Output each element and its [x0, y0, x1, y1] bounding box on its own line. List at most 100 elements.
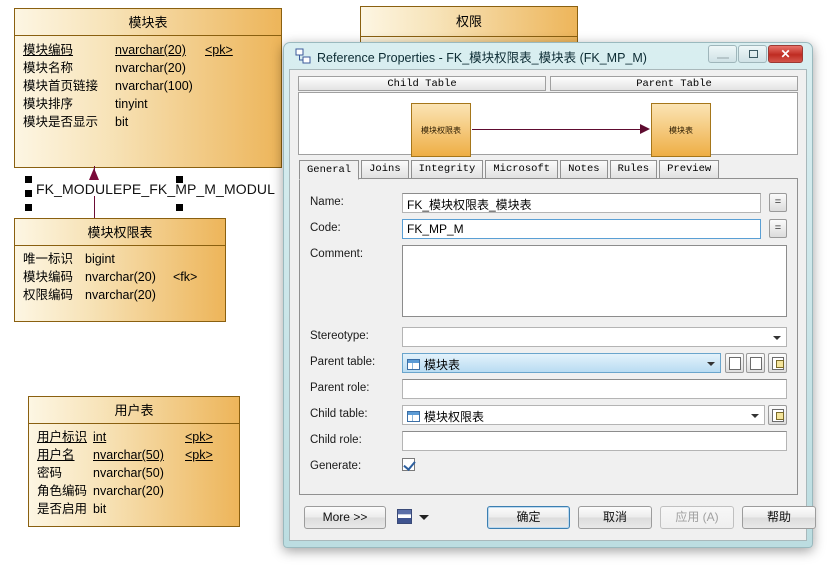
- child-table-label: Child table:: [310, 408, 368, 420]
- attribute-name: 角色编码: [37, 484, 88, 498]
- attribute-key: <pk>: [185, 448, 213, 462]
- attribute-type: nvarchar(20): [115, 61, 186, 75]
- preview-canvas: 模块权限表 模块表: [298, 92, 798, 157]
- print-icon[interactable]: [397, 509, 412, 524]
- parent-role-label: Parent role:: [310, 382, 370, 394]
- attribute-type: bit: [115, 115, 129, 129]
- maximize-icon: [749, 50, 758, 58]
- tab-rules[interactable]: Rules: [609, 160, 658, 179]
- relationship-preview: Child Table Parent Table 模块权限表 模块表: [298, 76, 798, 157]
- new-object-icon: [729, 357, 741, 370]
- attribute-key: <pk>: [185, 430, 213, 444]
- parent-table-properties-button[interactable]: [768, 353, 787, 373]
- property-tabs[interactable]: General Joins Integrity Microsoft Notes …: [299, 160, 798, 180]
- more-button[interactable]: More >>: [304, 506, 386, 529]
- name-equals-button[interactable]: =: [769, 193, 787, 212]
- help-button[interactable]: 帮助: [742, 506, 816, 529]
- generate-row: Generate:: [310, 457, 787, 477]
- name-input[interactable]: FK_模块权限表_模块表: [402, 193, 761, 213]
- stereotype-combo[interactable]: [402, 327, 787, 347]
- create-parent-table-button[interactable]: [725, 353, 744, 373]
- entity-attribute-row: 密码 nvarchar(50): [37, 464, 233, 482]
- entity-attribute-row: 模块排序 tinyint: [23, 95, 275, 113]
- child-table-properties-button[interactable]: [768, 405, 787, 425]
- entity-attribute-row: 模块是否显示 bit: [23, 113, 275, 131]
- code-input[interactable]: FK_MP_M: [402, 219, 761, 239]
- entity-attribute-row: 模块首页链接 nvarchar(100): [23, 77, 275, 95]
- selection-handle[interactable]: [25, 176, 32, 183]
- browse-parent-table-button[interactable]: [746, 353, 765, 373]
- magnifier-icon: [750, 357, 762, 370]
- selection-handle[interactable]: [25, 204, 32, 211]
- code-row: Code: FK_MP_M =: [310, 219, 787, 239]
- attribute-type: nvarchar(20): [93, 484, 164, 498]
- close-button[interactable]: ✕: [768, 45, 803, 63]
- attribute-name: 唯一标识: [23, 252, 74, 266]
- chevron-down-icon: [773, 336, 781, 340]
- comment-textarea[interactable]: [402, 245, 787, 317]
- table-icon: [407, 359, 420, 370]
- reference-properties-dialog[interactable]: Reference Properties - FK_模块权限表_模块表 (FK_…: [283, 42, 816, 548]
- child-role-input[interactable]: [402, 431, 787, 451]
- entity-attribute-row: 用户标识 int <pk>: [37, 428, 233, 446]
- selection-handle[interactable]: [25, 190, 32, 197]
- attribute-name: 模块编码: [23, 270, 74, 284]
- child-table-value: 模块权限表: [424, 410, 485, 424]
- tab-notes[interactable]: Notes: [560, 160, 608, 179]
- attribute-type: nvarchar(20): [115, 43, 186, 57]
- attribute-name: 模块是否显示: [23, 115, 99, 129]
- attribute-name: 模块排序: [23, 97, 74, 111]
- comment-row: Comment:: [310, 245, 787, 317]
- attribute-type: bit: [93, 502, 107, 516]
- attribute-type: nvarchar(100): [115, 79, 193, 93]
- dialog-title-bar[interactable]: Reference Properties - FK_模块权限表_模块表 (FK_…: [289, 43, 807, 69]
- entity-attribute-row: 角色编码 nvarchar(20): [37, 482, 233, 500]
- stereotype-row: Stereotype:: [310, 327, 787, 347]
- entity-attribute-row: 唯一标识 bigint: [23, 250, 219, 268]
- attribute-key: <fk>: [173, 270, 198, 284]
- tab-preview[interactable]: Preview: [659, 160, 720, 179]
- chevron-down-icon: [751, 414, 759, 418]
- code-equals-button[interactable]: =: [769, 219, 787, 238]
- check-icon: [403, 458, 416, 471]
- relationship-label[interactable]: FK_MODULEPE_FK_MP_M_MODUL: [36, 181, 275, 197]
- parent-role-input[interactable]: [402, 379, 787, 399]
- tab-integrity[interactable]: Integrity: [410, 160, 484, 179]
- maximize-button[interactable]: [738, 45, 767, 63]
- preview-relationship-line: [472, 129, 644, 130]
- minimize-button[interactable]: [708, 45, 737, 63]
- table-icon: [407, 411, 420, 422]
- entity-module-permission-table[interactable]: 模块权限表 唯一标识 bigint 模块编码 nvarchar(20) <fk>…: [14, 218, 226, 322]
- parent-table-row: Parent table: 模块表: [310, 353, 787, 373]
- tab-microsoft[interactable]: Microsoft: [485, 160, 559, 179]
- attribute-name: 密码: [37, 466, 63, 480]
- selection-handle[interactable]: [176, 204, 183, 211]
- apply-button[interactable]: 应用 (A): [660, 506, 734, 529]
- entity-title: 模块表: [15, 9, 281, 36]
- attribute-type: tinyint: [115, 97, 148, 111]
- entity-attribute-row: 是否启用 bit: [37, 500, 233, 518]
- entity-user-table[interactable]: 用户表 用户标识 int <pk> 用户名 nvarchar(50) <pk> …: [28, 396, 240, 527]
- cancel-button[interactable]: 取消: [578, 506, 652, 529]
- preview-parent-entity: 模块表: [651, 103, 711, 157]
- selection-handle[interactable]: [176, 176, 183, 183]
- child-role-label: Child role:: [310, 434, 362, 446]
- preview-child-entity: 模块权限表: [411, 103, 471, 157]
- print-dropdown-icon[interactable]: [419, 515, 429, 520]
- parent-role-row: Parent role:: [310, 379, 787, 399]
- generate-checkbox[interactable]: [402, 458, 416, 471]
- tab-general[interactable]: General: [299, 160, 360, 180]
- dialog-client-area: Child Table Parent Table 模块权限表 模块表 Gener…: [289, 69, 816, 541]
- child-table-combo[interactable]: 模块权限表: [402, 405, 765, 425]
- entity-module-table[interactable]: 模块表 模块编码 nvarchar(20) <pk> 模块名称 nvarchar…: [14, 8, 282, 168]
- tab-joins[interactable]: Joins: [361, 160, 409, 179]
- ok-button[interactable]: 确定: [487, 506, 570, 529]
- name-label: Name:: [310, 196, 344, 208]
- name-row: Name: FK_模块权限表_模块表 =: [310, 193, 787, 213]
- reference-icon: [295, 48, 311, 64]
- chevron-down-icon: [707, 362, 715, 366]
- attribute-type: nvarchar(50): [93, 448, 164, 462]
- parent-table-combo[interactable]: 模块表: [402, 353, 721, 373]
- entity-title: 权限: [361, 7, 577, 37]
- child-table-header: Child Table: [298, 76, 546, 91]
